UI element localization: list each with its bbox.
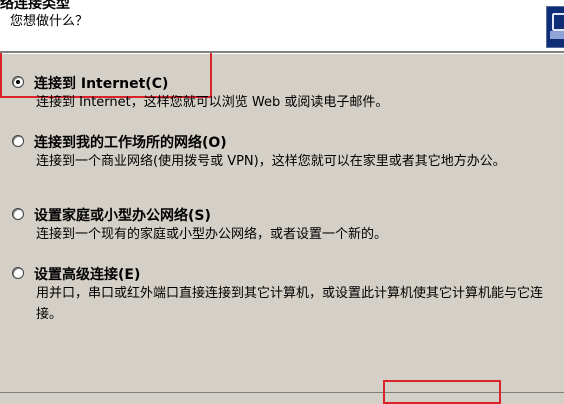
option-label-connect-internet[interactable]: 连接到 Internet(C) bbox=[34, 73, 168, 93]
network-wizard-icon bbox=[546, 6, 564, 48]
radio-selected-dot bbox=[16, 80, 20, 84]
option-desc-connect-workplace: 连接到一个商业网络(使用拨号或 VPN)，这样您就可以在家里或者其它地方办公。 bbox=[36, 154, 506, 169]
option-label-home-network[interactable]: 设置家庭或小型办公网络(S) bbox=[34, 205, 211, 225]
option-desc-connect-internet: 连接到 Internet，这样您就可以浏览 Web 或阅读电子邮件。 bbox=[36, 95, 389, 110]
option-advanced-connection[interactable]: 设置高级连接(E) 用并口，串口或红外端口直接连接到其它计算机，或设置此计算机使… bbox=[12, 266, 552, 326]
option-label-connect-workplace[interactable]: 连接到我的工作场所的网络(O) bbox=[34, 132, 227, 152]
option-label-advanced-connection[interactable]: 设置高级连接(E) bbox=[34, 264, 140, 284]
option-home-network[interactable]: 设置家庭或小型办公网络(S) 连接到一个现有的家庭或小型办公网络，或者设置一个新… bbox=[12, 207, 552, 247]
radio-advanced-connection[interactable] bbox=[12, 267, 24, 279]
radio-home-network[interactable] bbox=[12, 208, 24, 220]
radio-connect-internet[interactable] bbox=[12, 76, 24, 88]
radio-connect-workplace[interactable] bbox=[12, 135, 24, 147]
header-subtitle: 您想做什么？ bbox=[10, 14, 89, 29]
option-desc-advanced-connection: 用并口，串口或红外端口直接连接到其它计算机，或设置此计算机使其它计算机能与它连接… bbox=[36, 286, 544, 322]
wizard-header: 络连接类型 您想做什么？ bbox=[0, 0, 564, 51]
option-connect-workplace[interactable]: 连接到我的工作场所的网络(O) 连接到一个商业网络(使用拨号或 VPN)，这样您… bbox=[12, 134, 552, 194]
option-desc-home-network: 连接到一个现有的家庭或小型办公网络，或者设置一个新的。 bbox=[36, 227, 388, 242]
highlight-box-next-button[interactable] bbox=[383, 380, 501, 404]
option-connect-internet[interactable]: 连接到 Internet(C) 连接到 Internet，这样您就可以浏览 We… bbox=[12, 75, 552, 115]
